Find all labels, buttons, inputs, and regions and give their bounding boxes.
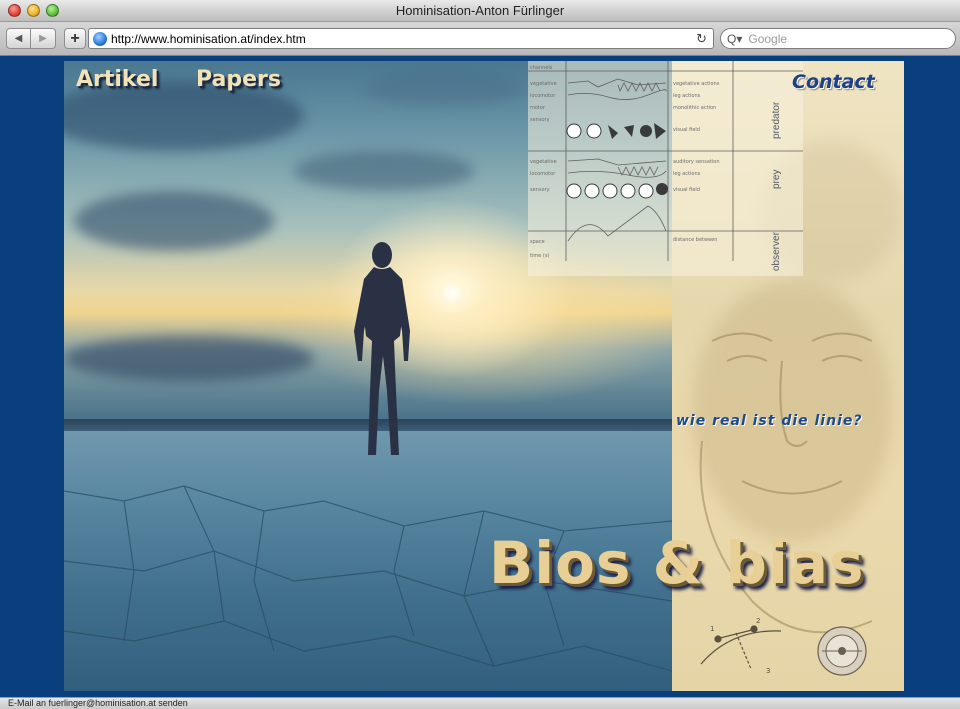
status-bar: E-Mail an fuerlinger@hominisation.at sen… (0, 697, 960, 709)
window-controls (8, 4, 59, 17)
zoom-window-button[interactable] (46, 4, 59, 17)
svg-text:sensory: sensory (530, 187, 550, 193)
svg-text:time (s): time (s) (530, 253, 549, 259)
search-placeholder: Google (748, 31, 788, 46)
rotation-diagram: 1 2 3 (700, 617, 782, 675)
svg-text:visual field: visual field (673, 187, 700, 193)
svg-text:locomotor: locomotor (530, 171, 556, 177)
address-bar[interactable]: http://www.hominisation.at/index.htm ↻ (88, 28, 714, 49)
hero-image: 1 2 3 channels vegetative locomotor moto… (64, 61, 904, 691)
forward-button[interactable]: ▶ (31, 28, 56, 49)
svg-text:sensory: sensory (530, 117, 550, 123)
svg-text:2: 2 (756, 617, 760, 625)
behaviour-diagram: channels vegetative locomotor motor sens… (528, 61, 803, 276)
diagram-label-predator: predator (771, 101, 782, 139)
svg-text:motor: motor (530, 105, 546, 111)
status-text: E-Mail an fuerlinger@hominisation.at sen… (8, 698, 188, 708)
behaviour-diagram-lines: channels vegetative locomotor motor sens… (528, 61, 803, 261)
svg-text:monolithic action: monolithic action (673, 105, 716, 111)
minimize-window-button[interactable] (27, 4, 40, 17)
sun (432, 273, 472, 313)
svg-text:auditory sensation: auditory sensation (673, 159, 720, 165)
browser-toolbar: ◀ ▶ + http://www.hominisation.at/index.h… (0, 22, 960, 56)
search-icon[interactable]: Q▾ (727, 32, 742, 46)
svg-text:1: 1 (710, 625, 714, 633)
svg-text:visual field: visual field (673, 127, 700, 133)
url-text[interactable]: http://www.hominisation.at/index.htm (111, 32, 306, 46)
tagline: wie real ist die linie? (676, 413, 863, 429)
window-titlebar: Hominisation-Anton Fürlinger (0, 0, 960, 22)
web-page: 1 2 3 channels vegetative locomotor moto… (0, 57, 960, 697)
svg-text:distance between: distance between (673, 237, 717, 243)
svg-text:vegetative: vegetative (530, 159, 557, 165)
svg-text:vegetative: vegetative (530, 81, 557, 87)
diagram-label-observer: observer (771, 232, 782, 271)
window-title: Hominisation-Anton Fürlinger (395, 3, 565, 18)
back-button[interactable]: ◀ (6, 28, 31, 49)
forward-icon: ▶ (39, 33, 47, 44)
svg-text:leg actions: leg actions (673, 171, 701, 177)
svg-text:vegetative actions: vegetative actions (673, 81, 720, 87)
svg-text:channels: channels (530, 65, 553, 71)
add-bookmark-button[interactable]: + (64, 28, 86, 49)
search-field[interactable]: Q▾ Google (720, 28, 956, 49)
back-icon: ◀ (14, 33, 23, 44)
nav-link-papers[interactable]: Papers (196, 67, 281, 92)
close-window-button[interactable] (8, 4, 21, 17)
headline: Bios & bias (489, 529, 865, 597)
history-buttons: ◀ ▶ (6, 28, 56, 49)
disc-diagram (817, 626, 867, 676)
plus-icon: + (70, 29, 80, 47)
reload-icon[interactable]: ↻ (696, 31, 707, 47)
svg-text:space: space (530, 239, 545, 245)
globe-icon (93, 31, 107, 46)
diagram-label-prey: prey (771, 169, 782, 189)
standing-figure (354, 242, 410, 455)
svg-text:locomotor: locomotor (530, 93, 556, 99)
nav-link-contact[interactable]: Contact (792, 71, 875, 93)
svg-text:3: 3 (766, 667, 770, 675)
nav-link-artikel[interactable]: Artikel (76, 67, 158, 92)
svg-text:leg actions: leg actions (673, 93, 701, 99)
